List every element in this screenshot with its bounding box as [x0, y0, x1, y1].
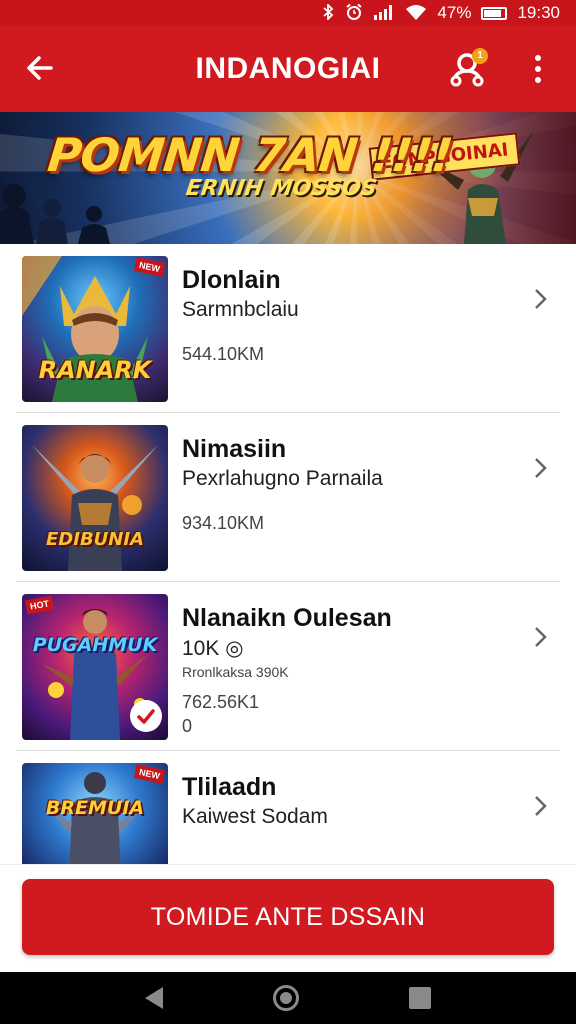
- game-subtitle: Pexrlahugno Parnaila: [182, 467, 383, 490]
- chevron-right-icon[interactable]: [526, 453, 556, 483]
- chevron-right-icon[interactable]: [526, 622, 556, 652]
- arrow-left-icon: [27, 56, 53, 80]
- more-options-button[interactable]: [520, 46, 556, 92]
- wifi-icon: [405, 4, 427, 23]
- chevron-right-icon[interactable]: [526, 791, 556, 821]
- game-list: NEW RANARK Dlonlain Sarmnbclaiu 544.10KM: [0, 244, 576, 864]
- game-subtitle: 10K ◎: [182, 637, 244, 660]
- list-item[interactable]: NEW RANARK Dlonlain Sarmnbclaiu 544.10KM: [16, 244, 560, 413]
- game-title: Dlonlain: [182, 266, 281, 294]
- crowd-silhouette-image: [0, 184, 110, 244]
- bluetooth-icon: [321, 2, 335, 23]
- app-screen: 47% 19:30 INDANOGIAI 1 EONPNOINAI POMNN …: [0, 0, 576, 1024]
- banner-subline: ERNIH MOSSOS: [184, 176, 379, 201]
- promo-banner[interactable]: EONPNOINAI POMNN 7AN !!!! ERNIH MOSSOS: [0, 112, 576, 244]
- installed-check-icon: [130, 700, 162, 732]
- chevron-right-icon[interactable]: [526, 284, 556, 314]
- game-thumbnail: EDIBUNIA: [22, 425, 168, 571]
- system-nav-bar: [0, 972, 576, 1024]
- list-item[interactable]: EDIBUNIA Nimasiin Pexrlahugno Parnaila 9…: [16, 413, 560, 582]
- battery-icon: [481, 6, 508, 20]
- banner-headline: POMNN 7AN !!!!: [45, 128, 455, 182]
- notification-badge: 1: [472, 48, 488, 64]
- account-button[interactable]: 1: [444, 46, 490, 92]
- more-vertical-icon: [535, 55, 541, 61]
- game-thumbnail: HOT PUGAHMUK: [22, 594, 168, 740]
- back-button[interactable]: [18, 46, 62, 90]
- game-small-line: Rronlkaksa 390K: [182, 664, 289, 680]
- game-title: Tlilaadn: [182, 773, 277, 801]
- battery-percent: 47%: [437, 3, 472, 22]
- list-item[interactable]: NEW BREMUIA Tlilaadn Kaiwest Sodam: [16, 751, 560, 864]
- clock: 19:30: [517, 3, 560, 22]
- game-size: 762.56K1: [182, 692, 260, 712]
- more-vertical-icon: [535, 66, 541, 72]
- game-size: 544.10KM: [182, 344, 265, 364]
- game-thumbnail: NEW RANARK: [22, 256, 168, 402]
- bottom-action-area: TOMIDE ANTE DSSAIN: [0, 864, 576, 972]
- game-extra: 0: [182, 716, 193, 736]
- thumb-logo: BREMUIA: [45, 797, 145, 819]
- thumb-logo: EDIBUNIA: [46, 529, 144, 550]
- alarm-icon: [345, 3, 363, 24]
- game-title: Nlanaikn Oulesan: [182, 604, 392, 632]
- list-item[interactable]: HOT PUGAHMUK Nlanaikn Oulesan 10K ◎ Rron…: [16, 582, 560, 751]
- signal-icon: [373, 4, 395, 23]
- game-size: 934.10KM: [182, 513, 265, 533]
- game-subtitle: Kaiwest Sodam: [182, 805, 328, 828]
- nav-recents-icon[interactable]: [409, 987, 431, 1009]
- thumb-logo: PUGAHMUK: [32, 634, 158, 656]
- thumb-logo: RANARK: [38, 356, 152, 384]
- status-bar: 47% 19:30: [0, 0, 576, 26]
- game-subtitle: Sarmnbclaiu: [182, 298, 299, 321]
- primary-action-button[interactable]: TOMIDE ANTE DSSAIN: [22, 879, 554, 955]
- nav-home-icon[interactable]: [273, 985, 299, 1011]
- app-bar: INDANOGIAI 1: [0, 26, 576, 112]
- game-thumbnail: NEW BREMUIA: [22, 763, 168, 864]
- more-vertical-icon: [535, 77, 541, 83]
- nav-back-icon[interactable]: [145, 987, 163, 1009]
- game-title: Nimasiin: [182, 435, 287, 463]
